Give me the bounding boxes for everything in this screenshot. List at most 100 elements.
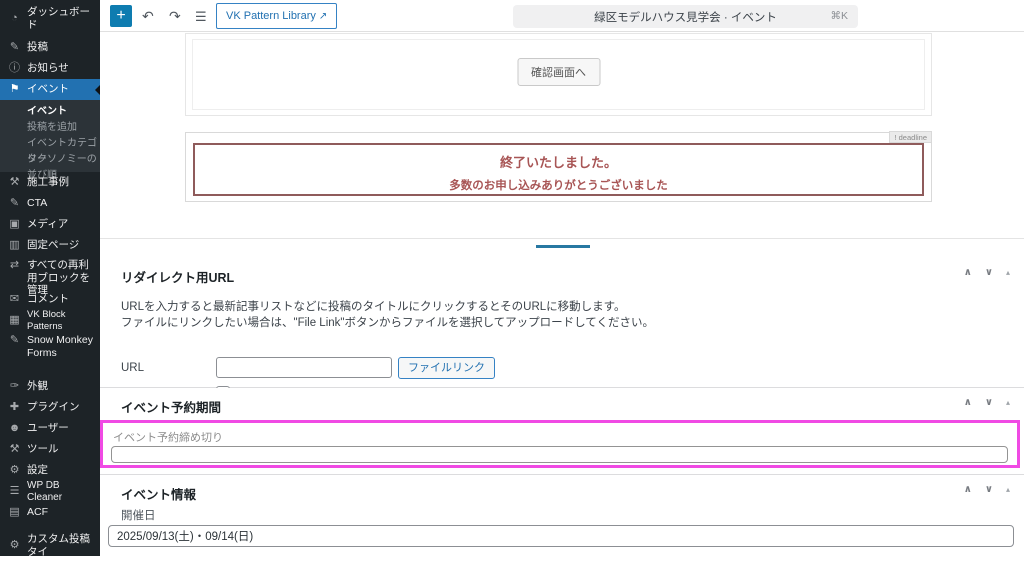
reservation-deadline-input[interactable]	[111, 446, 1008, 463]
editor-canvas: 確認画面へ ! deadline 終了いたしました。 多数のお申し込みありがとう…	[100, 32, 1024, 556]
redirect-description-line2: ファイルにリンクしたい場合は、"File Link"ボタンからファイルを選択して…	[100, 315, 1024, 331]
move-down-icon[interactable]: ∨	[985, 267, 993, 278]
deadline-block-tag: ! deadline	[889, 131, 932, 143]
sidebar-item-label: 設定	[27, 464, 48, 477]
sidebar-item-appearance[interactable]: ✑ 外観	[0, 376, 100, 397]
sidebar-item-media[interactable]: ▣ メディア	[0, 214, 100, 235]
sidebar-item-label: メディア	[27, 218, 68, 231]
sidebar-item-label: 施工事例	[27, 176, 69, 189]
sidebar-item-announcements[interactable]: ⓘ お知らせ	[0, 58, 100, 79]
deadline-message-line2: 多数のお申し込みありがとうございました	[195, 177, 922, 193]
sidebar-item-label: ツール	[27, 443, 59, 456]
deadline-message-box: 終了いたしました。 多数のお申し込みありがとうございました	[193, 143, 924, 196]
metabox-redirect-url: リダイレクト用URL ∧ ∨ ▴ URLを入力すると最新記事リストなどに投稿のタ…	[100, 258, 1024, 388]
sidebar-item-tools[interactable]: ⚒ ツール	[0, 439, 100, 460]
document-title: 緑区モデルハウス見学会 · イベント	[594, 9, 777, 25]
sidebar-item-pages[interactable]: ▥ 固定ページ	[0, 235, 100, 256]
acf-icon: ▤	[8, 506, 21, 519]
separator-block[interactable]	[536, 245, 590, 248]
sidebar-item-label: イベント	[27, 83, 69, 96]
collapse-icon[interactable]: ▴	[1006, 268, 1010, 277]
metabox-controls: ∧ ∨ ▴	[964, 484, 1010, 495]
grid-icon: ▦	[8, 314, 21, 327]
reservation-deadline-label: イベント予約締め切り	[113, 429, 1017, 445]
url-input[interactable]	[216, 357, 392, 378]
move-down-icon[interactable]: ∨	[985, 397, 993, 408]
sidebar-item-label: カスタム投稿タイ	[27, 533, 96, 558]
sidebar-item-posts[interactable]: ✎ 投稿	[0, 37, 100, 58]
sidebar-item-snow-monkey-forms[interactable]: ✎ Snow Monkey Forms	[0, 331, 100, 364]
gear-icon: ⚙	[8, 539, 21, 552]
sidebar-item-works[interactable]: ⚒ 施工事例	[0, 172, 100, 193]
confirm-screen-button[interactable]: 確認画面へ	[517, 58, 600, 86]
deadline-block[interactable]: ! deadline 終了いたしました。 多数のお申し込みありがとうございました	[185, 132, 932, 202]
brush-icon: ✑	[8, 380, 21, 393]
pin-icon: ✎	[8, 197, 21, 210]
submenu-item-add-post[interactable]: 投稿を追加	[0, 120, 100, 136]
sidebar-item-label: 外観	[27, 380, 48, 393]
sidebar-item-reusable-blocks[interactable]: ⇄ すべての再利用ブロックを管理	[0, 256, 100, 289]
vk-pattern-library-button[interactable]: VK Pattern Library↗	[216, 3, 337, 29]
move-down-icon[interactable]: ∨	[985, 484, 993, 495]
sidebar-item-settings[interactable]: ⚙ 設定	[0, 460, 100, 481]
sidebar-item-label: ダッシュボード	[27, 6, 96, 31]
form-block: 確認画面へ	[185, 33, 932, 116]
move-up-icon[interactable]: ∧	[964, 484, 972, 495]
undo-icon[interactable]: ↶	[142, 7, 154, 25]
gear-icon: ⚙	[8, 464, 21, 477]
document-title-bar[interactable]: 緑区モデルハウス見学会 · イベント ⌘K	[513, 5, 858, 28]
sidebar-item-label: Snow Monkey Forms	[27, 334, 96, 359]
redirect-description-line1: URLを入力すると最新記事リストなどに投稿のタイトルにクリックするとそのURLに…	[100, 299, 1024, 315]
admin-sidebar: ◔ ダッシュボード ✎ 投稿 ⓘ お知らせ ⚑ イベント イベント 投稿を追加 …	[0, 0, 100, 556]
block-inserter-button[interactable]: +	[110, 5, 132, 27]
sidebar-separator	[0, 364, 100, 376]
sidebar-item-dashboard[interactable]: ◔ ダッシュボード	[0, 8, 100, 29]
sidebar-item-custom-post-types[interactable]: ⚙ カスタム投稿タイ	[0, 535, 100, 556]
editor-topbar: + ↶ ↷ ☰ VK Pattern Library↗ 緑区モデルハウス見学会 …	[100, 0, 1024, 32]
sidebar-item-label: すべての再利用ブロックを管理	[27, 259, 96, 297]
highlight-annotation-box: イベント予約締め切り	[100, 420, 1020, 468]
content-divider	[100, 238, 1024, 239]
sidebar-item-label: お知らせ	[27, 62, 69, 75]
sidebar-item-cta[interactable]: ✎ CTA	[0, 193, 100, 214]
vk-pattern-library-label: VK Pattern Library	[226, 10, 316, 22]
command-palette-shortcut: ⌘K	[830, 10, 848, 22]
deadline-message-line1: 終了いたしました。	[195, 152, 922, 171]
redo-icon[interactable]: ↷	[169, 7, 181, 25]
collapse-icon[interactable]: ▴	[1006, 485, 1010, 494]
submenu-item-taxonomy-order[interactable]: タクソノミーの並び順	[0, 152, 100, 168]
pin-icon: ✎	[8, 41, 21, 54]
sidebar-item-label: 投稿	[27, 41, 48, 54]
external-link-icon: ↗	[319, 11, 327, 22]
sidebar-item-plugins[interactable]: ✚ プラグイン	[0, 397, 100, 418]
submenu-item-events[interactable]: イベント	[0, 104, 100, 120]
sidebar-item-acf[interactable]: ▤ ACF	[0, 502, 100, 523]
comment-icon: ✉	[8, 293, 21, 306]
pages-icon: ▥	[8, 239, 21, 252]
file-link-button[interactable]: ファイルリンク	[398, 357, 495, 379]
submenu-item-event-category[interactable]: イベントカテゴリー	[0, 136, 100, 152]
sidebar-item-events[interactable]: ⚑ イベント	[0, 79, 100, 100]
sidebar-item-vk-block-patterns[interactable]: ▦ VK Block Patterns	[0, 310, 100, 331]
sidebar-item-users[interactable]: ☻ ユーザー	[0, 418, 100, 439]
collapse-icon[interactable]: ▴	[1006, 398, 1010, 407]
metabox-title: イベント情報	[100, 475, 1024, 503]
sidebar-item-wp-db-cleaner[interactable]: ☰ WP DB Cleaner	[0, 481, 100, 502]
user-icon: ☻	[8, 422, 21, 435]
metabox-controls: ∧ ∨ ▴	[964, 397, 1010, 408]
media-icon: ▣	[8, 218, 21, 231]
metabox-title: イベント予約期間	[100, 388, 1024, 416]
move-up-icon[interactable]: ∧	[964, 267, 972, 278]
hammer-icon: ⚒	[8, 176, 21, 189]
sidebar-item-label: ユーザー	[27, 422, 69, 435]
events-submenu: イベント 投稿を追加 イベントカテゴリー タクソノミーの並び順	[0, 100, 100, 172]
event-date-label: 開催日	[121, 507, 156, 523]
dashboard-icon: ◔	[8, 12, 21, 25]
flag-icon: ⚑	[8, 83, 21, 96]
database-icon: ☰	[8, 485, 21, 498]
list-view-icon[interactable]: ☰	[195, 8, 207, 26]
event-date-input[interactable]	[108, 525, 1014, 547]
url-field-label: URL	[121, 362, 144, 374]
loop-icon: ⇄	[8, 259, 21, 272]
move-up-icon[interactable]: ∧	[964, 397, 972, 408]
